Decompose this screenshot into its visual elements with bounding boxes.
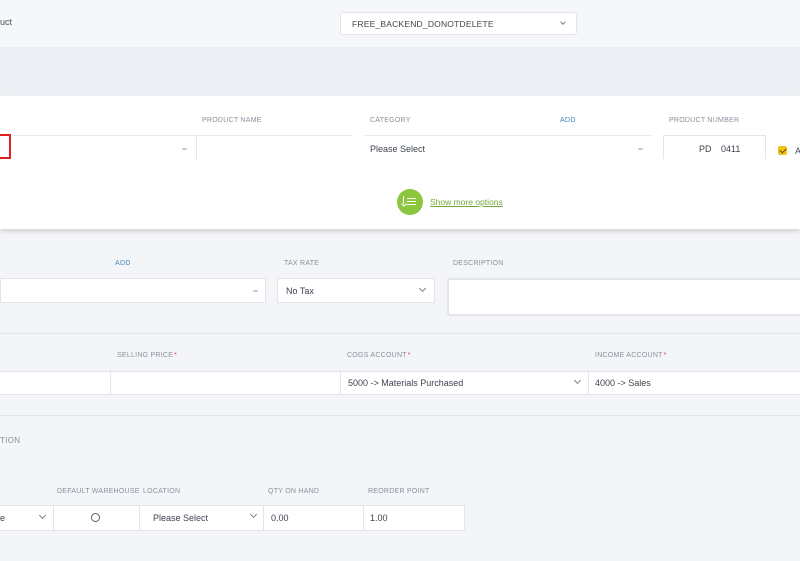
location-label: LOCATION bbox=[143, 488, 181, 495]
tax-rate-value: No Tax bbox=[286, 285, 314, 296]
check-icon bbox=[778, 145, 787, 154]
qty-on-hand-input[interactable]: 0.00 bbox=[263, 506, 364, 530]
income-account-label: INCOME ACCOUNT* bbox=[595, 352, 667, 359]
sort-list-icon bbox=[401, 196, 418, 208]
company-select-value: FREE_BACKEND_DONOTDELETE bbox=[352, 18, 494, 29]
cost-price-input[interactable] bbox=[0, 372, 110, 394]
chevron-down-icon bbox=[573, 376, 582, 385]
product-number-value: 0411 bbox=[721, 144, 741, 154]
default-warehouse-radio[interactable] bbox=[91, 513, 100, 522]
category-select-value: Please Select bbox=[370, 144, 426, 154]
description-label: DESCRIPTION bbox=[453, 260, 504, 267]
product-panel: PRODUCT NAME CATEGORY ADD Please Select … bbox=[0, 96, 800, 229]
location-select[interactable]: Please Select bbox=[139, 506, 264, 530]
product-number-label: PRODUCT NUMBER bbox=[669, 117, 740, 124]
description-textarea[interactable] bbox=[447, 278, 800, 316]
chevron-down-icon bbox=[418, 284, 427, 293]
category-add-link[interactable]: ADD bbox=[560, 117, 576, 124]
product-label: uct bbox=[0, 17, 13, 27]
show-more-options-link[interactable]: Show more options bbox=[430, 197, 503, 207]
chevron-down-icon bbox=[560, 19, 566, 25]
chevron-down-icon bbox=[249, 510, 258, 519]
location-select-value: Please Select bbox=[153, 513, 209, 523]
category-select[interactable]: Please Select bbox=[364, 135, 651, 160]
reorder-point-label: REORDER POINT bbox=[368, 488, 430, 495]
tax-rate-label: TAX RATE bbox=[284, 260, 320, 267]
cogs-account-value: 5000 -> Materials Purchased bbox=[348, 378, 464, 388]
product-name-input[interactable] bbox=[196, 135, 352, 160]
show-more-options-button[interactable] bbox=[397, 189, 423, 215]
selling-price-label: SELLING PRICE* bbox=[117, 352, 178, 359]
cogs-account-select[interactable]: 5000 -> Materials Purchased bbox=[340, 372, 589, 394]
reorder-point-value: 1.00 bbox=[370, 513, 388, 523]
default-warehouse-cell bbox=[53, 506, 140, 530]
sku-field[interactable] bbox=[12, 135, 195, 160]
edit-icon bbox=[638, 148, 643, 150]
company-select[interactable]: FREE_BACKEND_DONOTDELETE bbox=[340, 12, 577, 35]
sku-field-error[interactable] bbox=[0, 134, 11, 159]
income-account-select[interactable]: 4000 -> Sales bbox=[588, 372, 800, 394]
toolbar-band bbox=[0, 47, 800, 96]
inventory-divider bbox=[0, 415, 800, 416]
tax-add-link[interactable]: ADD bbox=[115, 260, 131, 267]
inventory-section-title: TION bbox=[0, 436, 21, 445]
tax-category-select[interactable] bbox=[0, 278, 266, 303]
edit-icon bbox=[253, 290, 258, 292]
warehouse-select-value: e bbox=[0, 513, 6, 523]
default-warehouse-label: DEFAULT WAREHOUSE bbox=[57, 488, 140, 495]
chevron-down-icon bbox=[38, 511, 47, 520]
product-name-label: PRODUCT NAME bbox=[202, 117, 262, 124]
warehouse-select[interactable]: e bbox=[0, 506, 53, 530]
tax-rate-select[interactable]: No Tax bbox=[277, 278, 435, 303]
qty-on-hand-label: QTY ON HAND bbox=[268, 488, 320, 495]
reorder-point-input[interactable]: 1.00 bbox=[363, 506, 465, 530]
auto-number-checkbox[interactable] bbox=[778, 145, 787, 155]
selling-price-input[interactable] bbox=[110, 372, 341, 394]
product-number-prefix: PD bbox=[699, 144, 712, 154]
product-number-field[interactable]: PD 0411 bbox=[663, 135, 766, 159]
cogs-account-label: COGS ACCOUNT* bbox=[347, 352, 411, 359]
category-label: CATEGORY bbox=[370, 117, 411, 124]
qty-on-hand-value: 0.00 bbox=[271, 513, 289, 523]
income-account-value: 4000 -> Sales bbox=[595, 378, 651, 388]
edit-icon bbox=[182, 148, 187, 150]
auto-number-label: A bbox=[795, 146, 800, 156]
